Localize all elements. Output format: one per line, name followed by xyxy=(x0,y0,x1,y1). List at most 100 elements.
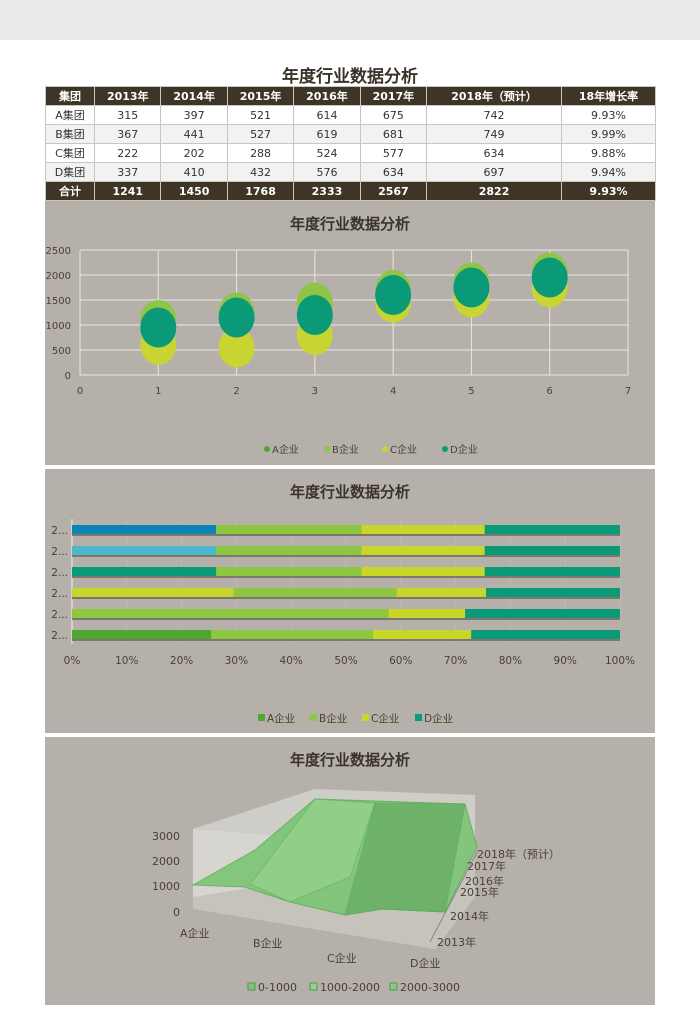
bubble-chart-panel[interactable]: 年度行业数据分析 0 500 1000 1500 2000 2500 0 1 2 3 4 5 6 7 A企业… xyxy=(45,201,655,465)
bubble xyxy=(296,295,333,335)
table-cell: A集团 xyxy=(44,105,96,125)
bar-segment xyxy=(72,588,234,597)
bar-segment xyxy=(222,609,389,618)
y-tick-label: 1500 xyxy=(46,296,71,307)
x-tick-label: 0% xyxy=(64,655,81,667)
bar-segment xyxy=(471,630,620,639)
y-tick-label: 2... xyxy=(51,630,68,642)
total-cell: 1241 xyxy=(94,181,162,201)
bar-segment xyxy=(233,588,397,597)
table-cell: 222 xyxy=(94,143,162,163)
x-tick-label: 80% xyxy=(499,655,522,667)
bar-segment xyxy=(216,567,362,576)
bar-segment xyxy=(396,588,487,597)
total-cell: 9.93% xyxy=(561,181,656,201)
bar-segment xyxy=(211,630,374,639)
legend-label: 1000-2000 xyxy=(320,981,380,994)
legend-label: C企业 xyxy=(390,443,417,456)
y-tick-label: 1000 xyxy=(46,321,71,332)
table-row: B集团 367 441 527 619 681 749 9.99% xyxy=(44,124,656,144)
surface-chart-panel[interactable]: 年度行业数据分析 0 1000 2000 3000 A企业 B企业 C企业 D企业 2013年 2… xyxy=(45,737,655,1005)
z-tick-label: 2000 xyxy=(152,855,180,868)
legend-label: A企业 xyxy=(267,712,295,725)
table-cell: 749 xyxy=(426,124,563,144)
z-tick-label: 3000 xyxy=(152,830,180,843)
y-tick-label: 0 xyxy=(65,371,71,382)
total-cell: 2333 xyxy=(293,181,361,201)
column-header: 2013年 xyxy=(94,86,162,106)
table-cell: 397 xyxy=(160,105,228,125)
table-cell: 576 xyxy=(293,162,361,182)
bar-segment xyxy=(72,567,217,576)
y-tick-label: 2... xyxy=(51,609,68,621)
table-cell: 697 xyxy=(426,162,563,182)
stacked-bar-chart: 0% 10% 20% 30% 40% 50% 60% 70% 80% 90% 100% 2... 2..… xyxy=(51,519,635,725)
legend-marker xyxy=(264,446,270,452)
column-header: 2016年 xyxy=(293,86,361,106)
table-cell: 742 xyxy=(426,105,563,125)
table-cell: 441 xyxy=(160,124,228,144)
x-tick-label: C企业 xyxy=(327,951,357,965)
x-tick-label: 4 xyxy=(390,386,396,397)
table-cell: 675 xyxy=(359,105,428,125)
legend-marker xyxy=(309,982,318,991)
depth-tick-label: 2018年（预计） xyxy=(477,847,560,861)
table-row: A集团 315 397 521 614 675 742 9.93% xyxy=(44,105,656,125)
x-tick-label: 70% xyxy=(444,655,467,667)
total-cell: 2567 xyxy=(359,181,428,201)
bar-shadow xyxy=(72,555,620,557)
table-cell: 367 xyxy=(94,124,162,144)
legend-marker xyxy=(362,714,369,721)
table-cell: B集团 xyxy=(44,124,96,144)
legend-label: D企业 xyxy=(424,712,453,725)
x-tick-label: 5 xyxy=(468,386,474,397)
total-row: 合计 1241 1450 1768 2333 2567 2822 9.93% xyxy=(44,181,656,201)
data-table: 集团 2013年 2014年 2015年 2016年 2017年 2018年（预计） 18年增… xyxy=(44,86,656,201)
bar-segment xyxy=(72,630,212,639)
table-cell: 521 xyxy=(226,105,295,125)
bar-segment xyxy=(484,525,620,534)
bar-segment xyxy=(465,609,620,618)
table-cell: 527 xyxy=(226,124,295,144)
y-tick-label: 2500 xyxy=(46,246,71,257)
x-tick-label: 100% xyxy=(605,655,635,667)
table-cell: 432 xyxy=(226,162,295,182)
bubble xyxy=(531,257,568,298)
y-tick-label: 2... xyxy=(51,588,68,600)
legend-label: B企业 xyxy=(319,712,347,725)
column-header: 2017年 xyxy=(359,86,428,106)
bar-segment xyxy=(72,546,217,555)
stacked-bar-chart-panel[interactable]: 年度行业数据分析 0% 10% 20% 30% 40% 50% 60% 70% 80% 90% 10… xyxy=(45,469,655,733)
legend-label: B企业 xyxy=(332,443,359,456)
legend-label: D企业 xyxy=(450,443,478,456)
legend-marker xyxy=(389,982,398,991)
bar-segment xyxy=(484,567,620,576)
x-tick-label: 10% xyxy=(115,655,138,667)
x-tick-label: 3 xyxy=(312,386,318,397)
x-tick-label: 90% xyxy=(554,655,577,667)
x-tick-label: 7 xyxy=(625,386,631,397)
legend-marker xyxy=(442,446,448,452)
table-cell: 410 xyxy=(160,162,228,182)
bubble xyxy=(140,307,177,348)
z-tick-label: 1000 xyxy=(152,880,180,893)
table-cell: 9.94% xyxy=(561,162,656,182)
bar-shadow xyxy=(72,618,620,620)
table-row: C集团 222 202 288 524 577 634 9.88% xyxy=(44,143,656,163)
y-tick-label: 2... xyxy=(51,546,68,558)
bubble xyxy=(375,275,412,315)
bubble xyxy=(218,297,255,338)
table-cell: 202 xyxy=(160,143,228,163)
legend-label: 0-1000 xyxy=(258,981,297,994)
x-tick-label: 6 xyxy=(547,386,553,397)
legend-marker xyxy=(310,714,317,721)
table-cell: 9.88% xyxy=(561,143,656,163)
table-cell: 9.99% xyxy=(561,124,656,144)
y-tick-label: 2... xyxy=(51,525,68,537)
column-header: 18年增长率 xyxy=(561,86,656,106)
x-tick-label: 50% xyxy=(334,655,357,667)
legend-marker xyxy=(415,714,422,721)
bar-segment xyxy=(361,567,485,576)
table-cell: 524 xyxy=(293,143,361,163)
x-tick-label: 1 xyxy=(155,386,161,397)
